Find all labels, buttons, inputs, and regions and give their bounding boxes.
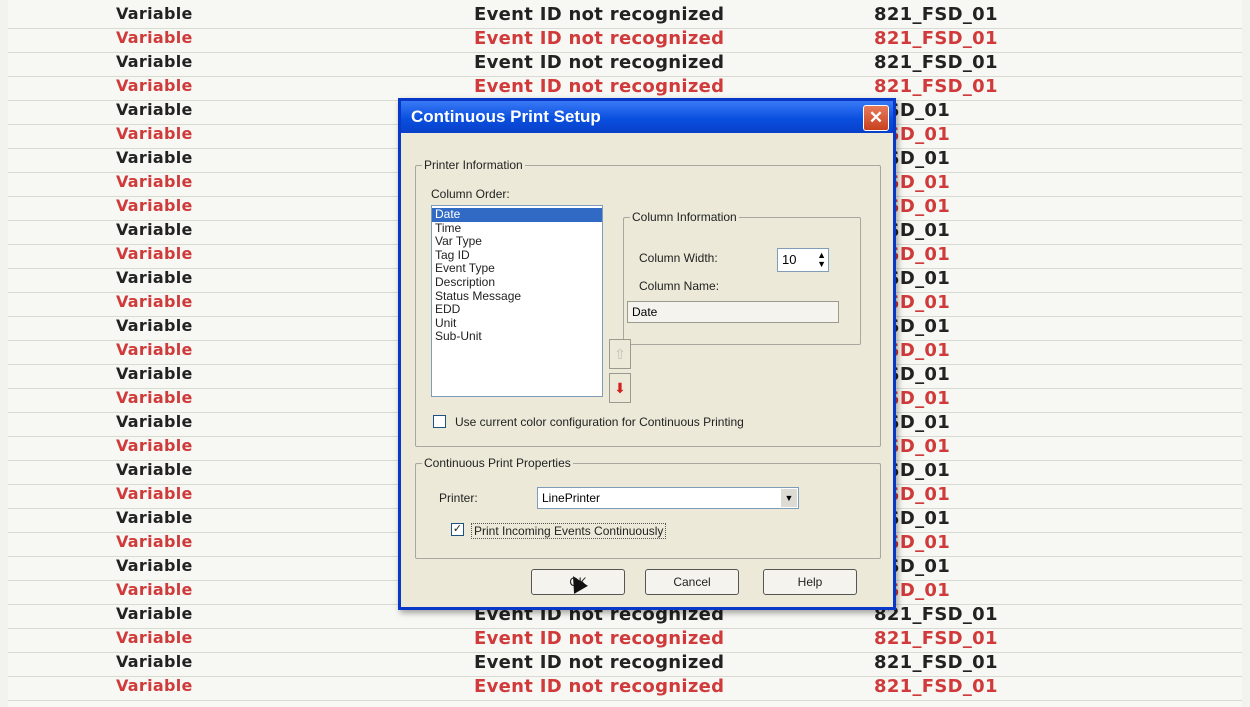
- log-variable-cell: Variable: [116, 268, 193, 287]
- dialog-titlebar[interactable]: Continuous Print Setup ✕: [401, 101, 893, 133]
- log-variable-cell: Variable: [116, 100, 193, 119]
- log-variable-cell: Variable: [116, 124, 193, 143]
- log-code-cell: 821_FSD_01: [874, 4, 998, 25]
- spinner-arrows-icon[interactable]: ▲ ▼: [817, 251, 826, 269]
- log-event-cell: Event ID not recognized: [474, 676, 725, 697]
- log-variable-cell: Variable: [116, 364, 193, 383]
- column-information-legend: Column Information: [630, 210, 739, 224]
- log-row: Variable Event ID not recognized 821_FSD_0…: [8, 676, 1242, 701]
- column-width-value: 10: [782, 252, 797, 267]
- log-variable-cell: Variable: [116, 628, 193, 647]
- log-variable-cell: Variable: [116, 220, 193, 239]
- log-variable-cell: Variable: [116, 580, 193, 599]
- log-event-cell: Event ID not recognized: [474, 628, 725, 649]
- log-event-cell: Event ID not recognized: [474, 4, 725, 25]
- move-up-button[interactable]: ⇧: [609, 339, 631, 369]
- column-name-label: Column Name:: [639, 279, 720, 293]
- log-variable-cell: Variable: [116, 28, 193, 47]
- continuous-print-setup-dialog: Continuous Print Setup ✕ Printer Informa…: [398, 98, 896, 610]
- printer-information-legend: Printer Information: [422, 158, 525, 172]
- printer-select[interactable]: LinePrinter ▼: [537, 487, 799, 509]
- log-variable-cell: Variable: [116, 196, 193, 215]
- column-width-label: Column Width:: [639, 251, 718, 265]
- log-variable-cell: Variable: [116, 556, 193, 575]
- column-list-item[interactable]: Unit: [432, 316, 602, 331]
- move-down-button[interactable]: ⬇: [609, 373, 631, 403]
- log-code-cell: 821_FSD_01: [874, 28, 998, 49]
- log-variable-cell: Variable: [116, 244, 193, 263]
- log-code-cell: 821_FSD_01: [874, 52, 998, 73]
- column-list-item[interactable]: Var Type: [432, 235, 602, 249]
- log-variable-cell: Variable: [116, 292, 193, 311]
- log-variable-cell: Variable: [116, 52, 193, 71]
- log-event-cell: Event ID not recognized: [474, 76, 725, 97]
- log-variable-cell: Variable: [116, 148, 193, 167]
- close-icon[interactable]: ✕: [863, 105, 889, 131]
- printer-label: Printer:: [439, 491, 478, 505]
- log-code-cell: 821_FSD_01: [874, 76, 998, 97]
- log-row: Variable Event ID not recognized 821_FSD_0…: [8, 52, 1242, 77]
- log-variable-cell: Variable: [116, 460, 193, 479]
- printer-select-value: LinePrinter: [542, 491, 601, 505]
- log-row: Variable Event ID not recognized 821_FSD_0…: [8, 652, 1242, 677]
- use-color-label[interactable]: Use current color configuration for Cont…: [455, 415, 744, 429]
- column-list-item[interactable]: Time: [432, 221, 602, 236]
- log-variable-cell: Variable: [116, 388, 193, 407]
- log-variable-cell: Variable: [116, 76, 193, 95]
- log-variable-cell: Variable: [116, 508, 193, 527]
- column-name-input[interactable]: Date: [627, 301, 839, 323]
- log-variable-cell: Variable: [116, 4, 193, 23]
- column-order-label: Column Order:: [431, 187, 510, 201]
- use-color-checkbox[interactable]: [433, 415, 446, 428]
- chevron-down-icon[interactable]: ▼: [781, 489, 797, 507]
- log-event-cell: Event ID not recognized: [474, 28, 725, 49]
- column-list-item[interactable]: Sub-Unit: [432, 330, 602, 344]
- log-row: Variable Event ID not recognized 821_FSD_0…: [8, 4, 1242, 29]
- dialog-title: Continuous Print Setup: [411, 107, 601, 126]
- column-list-item[interactable]: Status Message: [432, 289, 602, 304]
- log-variable-cell: Variable: [116, 436, 193, 455]
- log-variable-cell: Variable: [116, 652, 193, 671]
- column-list-item[interactable]: EDD: [432, 303, 602, 317]
- continuous-print-properties-group: Continuous Print Properties: [415, 456, 881, 559]
- log-row: Variable Event ID not recognized 821_FSD_0…: [8, 28, 1242, 53]
- column-list-item[interactable]: Tag ID: [432, 248, 602, 263]
- column-order-list[interactable]: Date Time Var Type Tag ID Event Type Descript…: [431, 205, 603, 397]
- log-code-cell: 821_FSD_01: [874, 676, 998, 697]
- log-code-cell: 821_FSD_01: [874, 628, 998, 649]
- continuous-print-properties-legend: Continuous Print Properties: [422, 456, 573, 470]
- log-code-cell: 821_FSD_01: [874, 652, 998, 673]
- column-list-item[interactable]: Event Type: [432, 262, 602, 276]
- log-row: Variable Event ID not recognized 821_FSD_0…: [8, 628, 1242, 653]
- log-variable-cell: Variable: [116, 172, 193, 191]
- help-button[interactable]: Help: [763, 569, 857, 595]
- column-list-item[interactable]: Description: [432, 275, 602, 290]
- log-variable-cell: Variable: [116, 340, 193, 359]
- log-variable-cell: Variable: [116, 532, 193, 551]
- log-event-cell: Event ID not recognized: [474, 52, 725, 73]
- log-variable-cell: Variable: [116, 604, 193, 623]
- log-variable-cell: Variable: [116, 412, 193, 431]
- print-incoming-checkbox[interactable]: ✓: [451, 523, 464, 536]
- log-variable-cell: Variable: [116, 484, 193, 503]
- print-incoming-label[interactable]: Print Incoming Events Continuously: [471, 523, 667, 539]
- cancel-button[interactable]: Cancel: [645, 569, 739, 595]
- column-list-item[interactable]: Date: [432, 207, 602, 222]
- column-width-spinner[interactable]: 10 ▲ ▼: [777, 248, 829, 272]
- log-variable-cell: Variable: [116, 316, 193, 335]
- log-variable-cell: Variable: [116, 676, 193, 695]
- log-event-cell: Event ID not recognized: [474, 652, 725, 673]
